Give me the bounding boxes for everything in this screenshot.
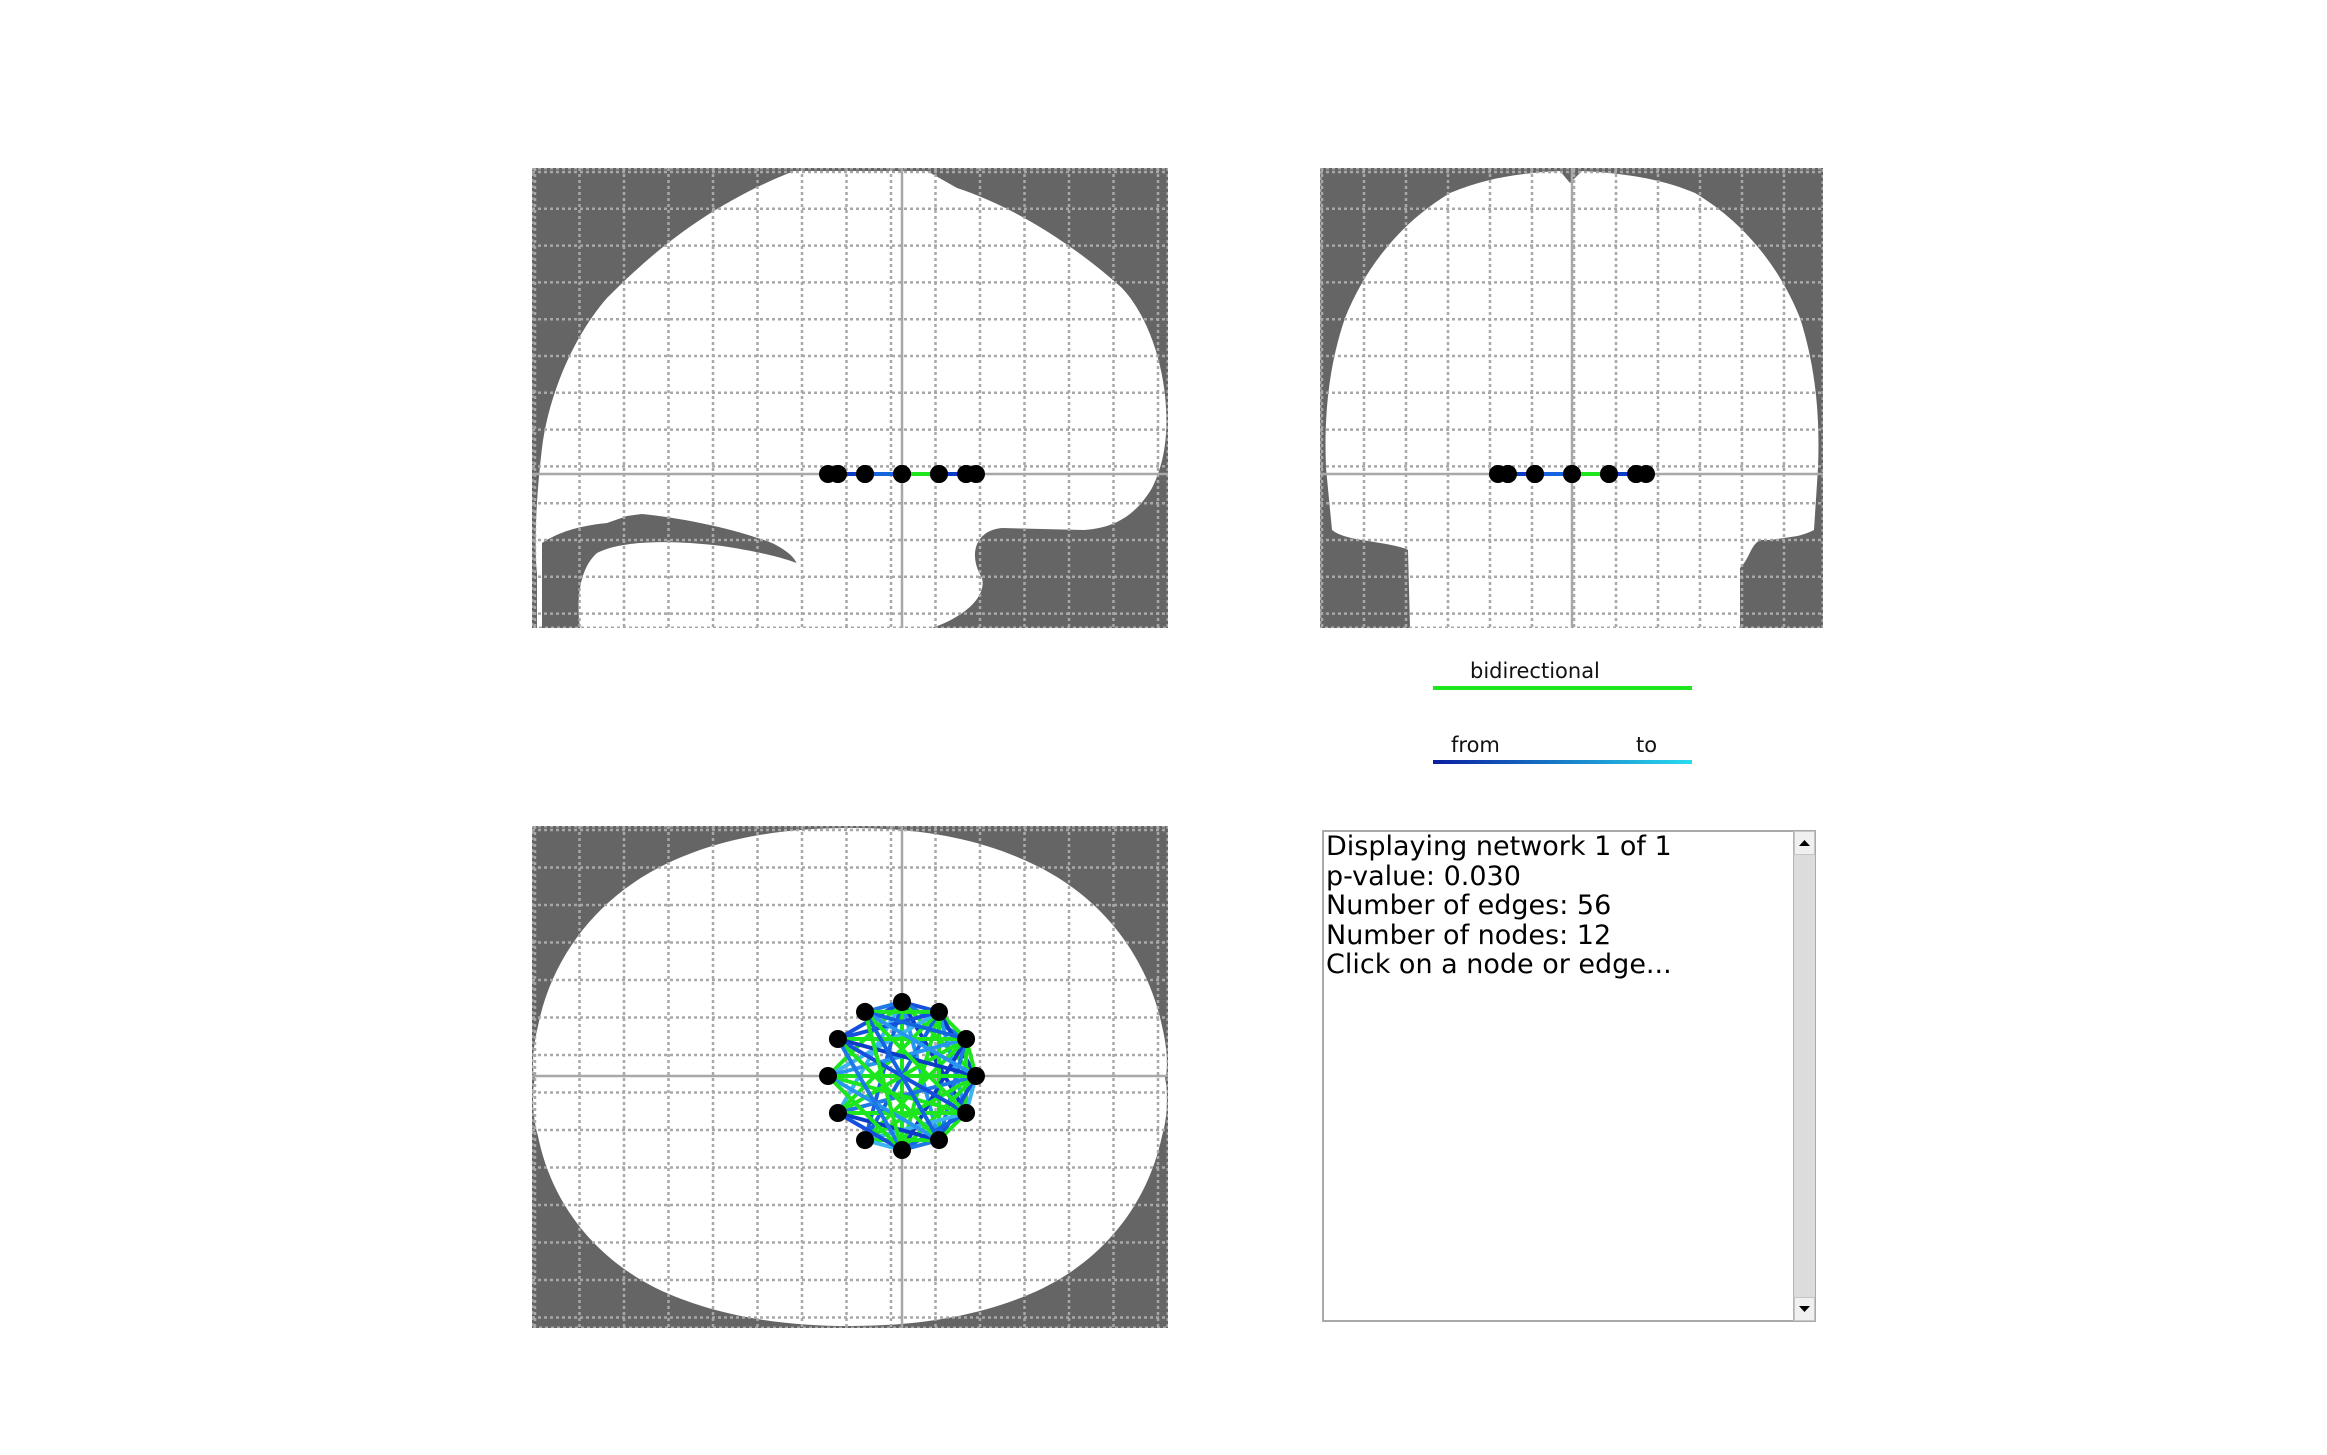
info-line-nodes[interactable]: Number of nodes: 12 bbox=[1326, 920, 1786, 951]
scroll-down-button[interactable] bbox=[1794, 1297, 1815, 1321]
network-node[interactable] bbox=[1498, 465, 1517, 483]
network-node[interactable] bbox=[1600, 465, 1618, 483]
network-node[interactable] bbox=[856, 1002, 874, 1021]
scroll-up-button[interactable] bbox=[1794, 831, 1815, 855]
network-node[interactable] bbox=[957, 465, 976, 483]
network-node[interactable] bbox=[893, 465, 911, 483]
network-node[interactable] bbox=[828, 465, 847, 483]
network-node[interactable] bbox=[957, 1104, 976, 1122]
legend-bidirectional-label: bidirectional bbox=[1470, 659, 1600, 683]
network-node[interactable] bbox=[930, 1131, 948, 1150]
network-node[interactable] bbox=[819, 1067, 837, 1085]
info-line-pvalue[interactable]: p-value: 0.030 bbox=[1326, 861, 1786, 892]
info-line-edges[interactable]: Number of edges: 56 bbox=[1326, 891, 1786, 921]
coronal-nodes bbox=[1489, 465, 1655, 483]
network-node[interactable] bbox=[828, 1104, 847, 1122]
network-node[interactable] bbox=[930, 1002, 948, 1021]
legend-bidirectional-line bbox=[1433, 686, 1692, 690]
network-node[interactable] bbox=[1563, 465, 1581, 483]
scroll-track[interactable] bbox=[1794, 855, 1815, 1297]
chevron-up-icon bbox=[1799, 840, 1810, 846]
network-node[interactable] bbox=[957, 1030, 976, 1048]
chevron-down-icon bbox=[1799, 1306, 1810, 1312]
network-node[interactable] bbox=[856, 1131, 874, 1150]
network-node[interactable] bbox=[967, 1067, 985, 1085]
legend-to-label: to bbox=[1636, 733, 1658, 757]
info-line-hint[interactable]: Click on a node or edge... bbox=[1326, 950, 1786, 980]
network-node[interactable] bbox=[893, 1141, 911, 1159]
axial-view[interactable] bbox=[532, 826, 1168, 1328]
sagittal-nodes bbox=[819, 465, 985, 483]
coronal-view[interactable] bbox=[1320, 168, 1823, 628]
sagittal-view[interactable] bbox=[532, 168, 1168, 628]
network-node[interactable] bbox=[930, 465, 948, 483]
legend-from-label: from bbox=[1451, 733, 1500, 757]
legend-direction-gradient-line bbox=[1433, 760, 1692, 764]
network-node[interactable] bbox=[893, 993, 911, 1011]
network-node[interactable] bbox=[856, 465, 874, 483]
info-scrollbar[interactable] bbox=[1793, 831, 1815, 1321]
info-lines: Displaying network 1 of 1 p-value: 0.030… bbox=[1326, 832, 1786, 980]
network-node[interactable] bbox=[1526, 465, 1544, 483]
network-node[interactable] bbox=[828, 1030, 847, 1048]
info-line-network[interactable]: Displaying network 1 of 1 bbox=[1326, 832, 1786, 862]
network-node[interactable] bbox=[1627, 465, 1646, 483]
